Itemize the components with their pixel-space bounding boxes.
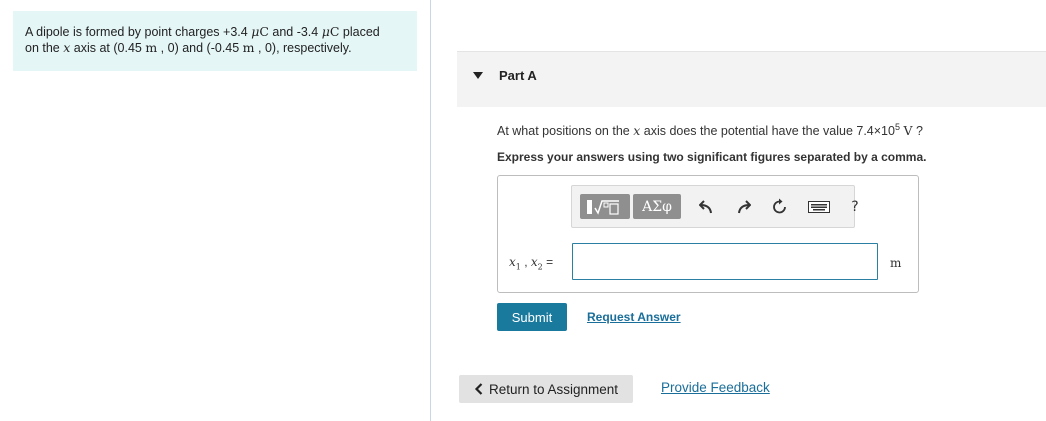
variable-x1: x [509,255,516,269]
redo-icon[interactable] [732,196,754,218]
part-title: Part A [499,68,537,83]
part-a-header[interactable]: Part A [457,51,1046,107]
problem-text: , 0) and (-0.45 [157,41,243,55]
separator: , [520,255,531,269]
volt-unit: V [903,123,913,139]
answer-input[interactable] [572,243,878,280]
question-text: At what positions on the x axis does the… [497,122,923,138]
submit-button[interactable]: Submit [497,303,567,331]
reset-icon[interactable] [769,196,791,218]
problem-text: on the [25,41,64,55]
math-toolbar: ΑΣφ ? [571,185,859,228]
problem-text: axis at (0.45 [70,41,146,55]
question-segment: ? [912,124,923,139]
provide-feedback-link[interactable]: Provide Feedback [661,380,770,395]
answer-variable-label: x1 , x2 = [509,255,553,271]
micro-symbol: μ [321,24,330,39]
charge-unit: μC [322,24,340,39]
problem-text: placed [339,25,380,39]
coulomb-unit: C [259,24,269,39]
return-to-assignment-button[interactable]: Return to Assignment [459,375,633,403]
question-segment: axis does the potential have the value 7… [640,124,895,139]
column-divider [430,0,431,421]
coulomb-unit: C [329,24,340,39]
help-icon[interactable]: ? [844,196,866,218]
chevron-left-icon [474,383,483,395]
answer-instruction: Express your answers using two significa… [497,150,927,164]
return-label: Return to Assignment [488,381,619,397]
question-segment: At what positions on the [497,124,634,139]
variable-x2: x [530,255,538,269]
position-unit: m [242,40,255,55]
charge-unit: μC [251,24,269,39]
collapse-triangle-icon[interactable] [473,72,483,79]
problem-line-1: A dipole is formed by point charges +3.4… [25,24,405,40]
position-unit: m [145,40,158,55]
greek-symbols-button[interactable]: ΑΣφ [633,194,681,219]
problem-text: , 0), respectively. [254,41,352,55]
undo-icon[interactable] [696,196,718,218]
problem-text: and -3.4 [268,25,322,39]
sqrt-template-icon[interactable] [580,194,630,219]
keyboard-icon[interactable] [806,196,832,218]
answer-unit: m [890,256,902,270]
answer-panel: ΑΣφ ? x1 , x2 = m [497,175,919,293]
request-answer-link[interactable]: Request Answer [587,310,681,324]
exponent: 5 [894,122,900,132]
problem-line-2: on the x axis at (0.45 m , 0) and (-0.45… [25,40,405,56]
problem-text: A dipole is formed by point charges +3.4 [25,25,252,39]
problem-statement: A dipole is formed by point charges +3.4… [13,11,417,71]
equals-sign: = [542,255,554,269]
